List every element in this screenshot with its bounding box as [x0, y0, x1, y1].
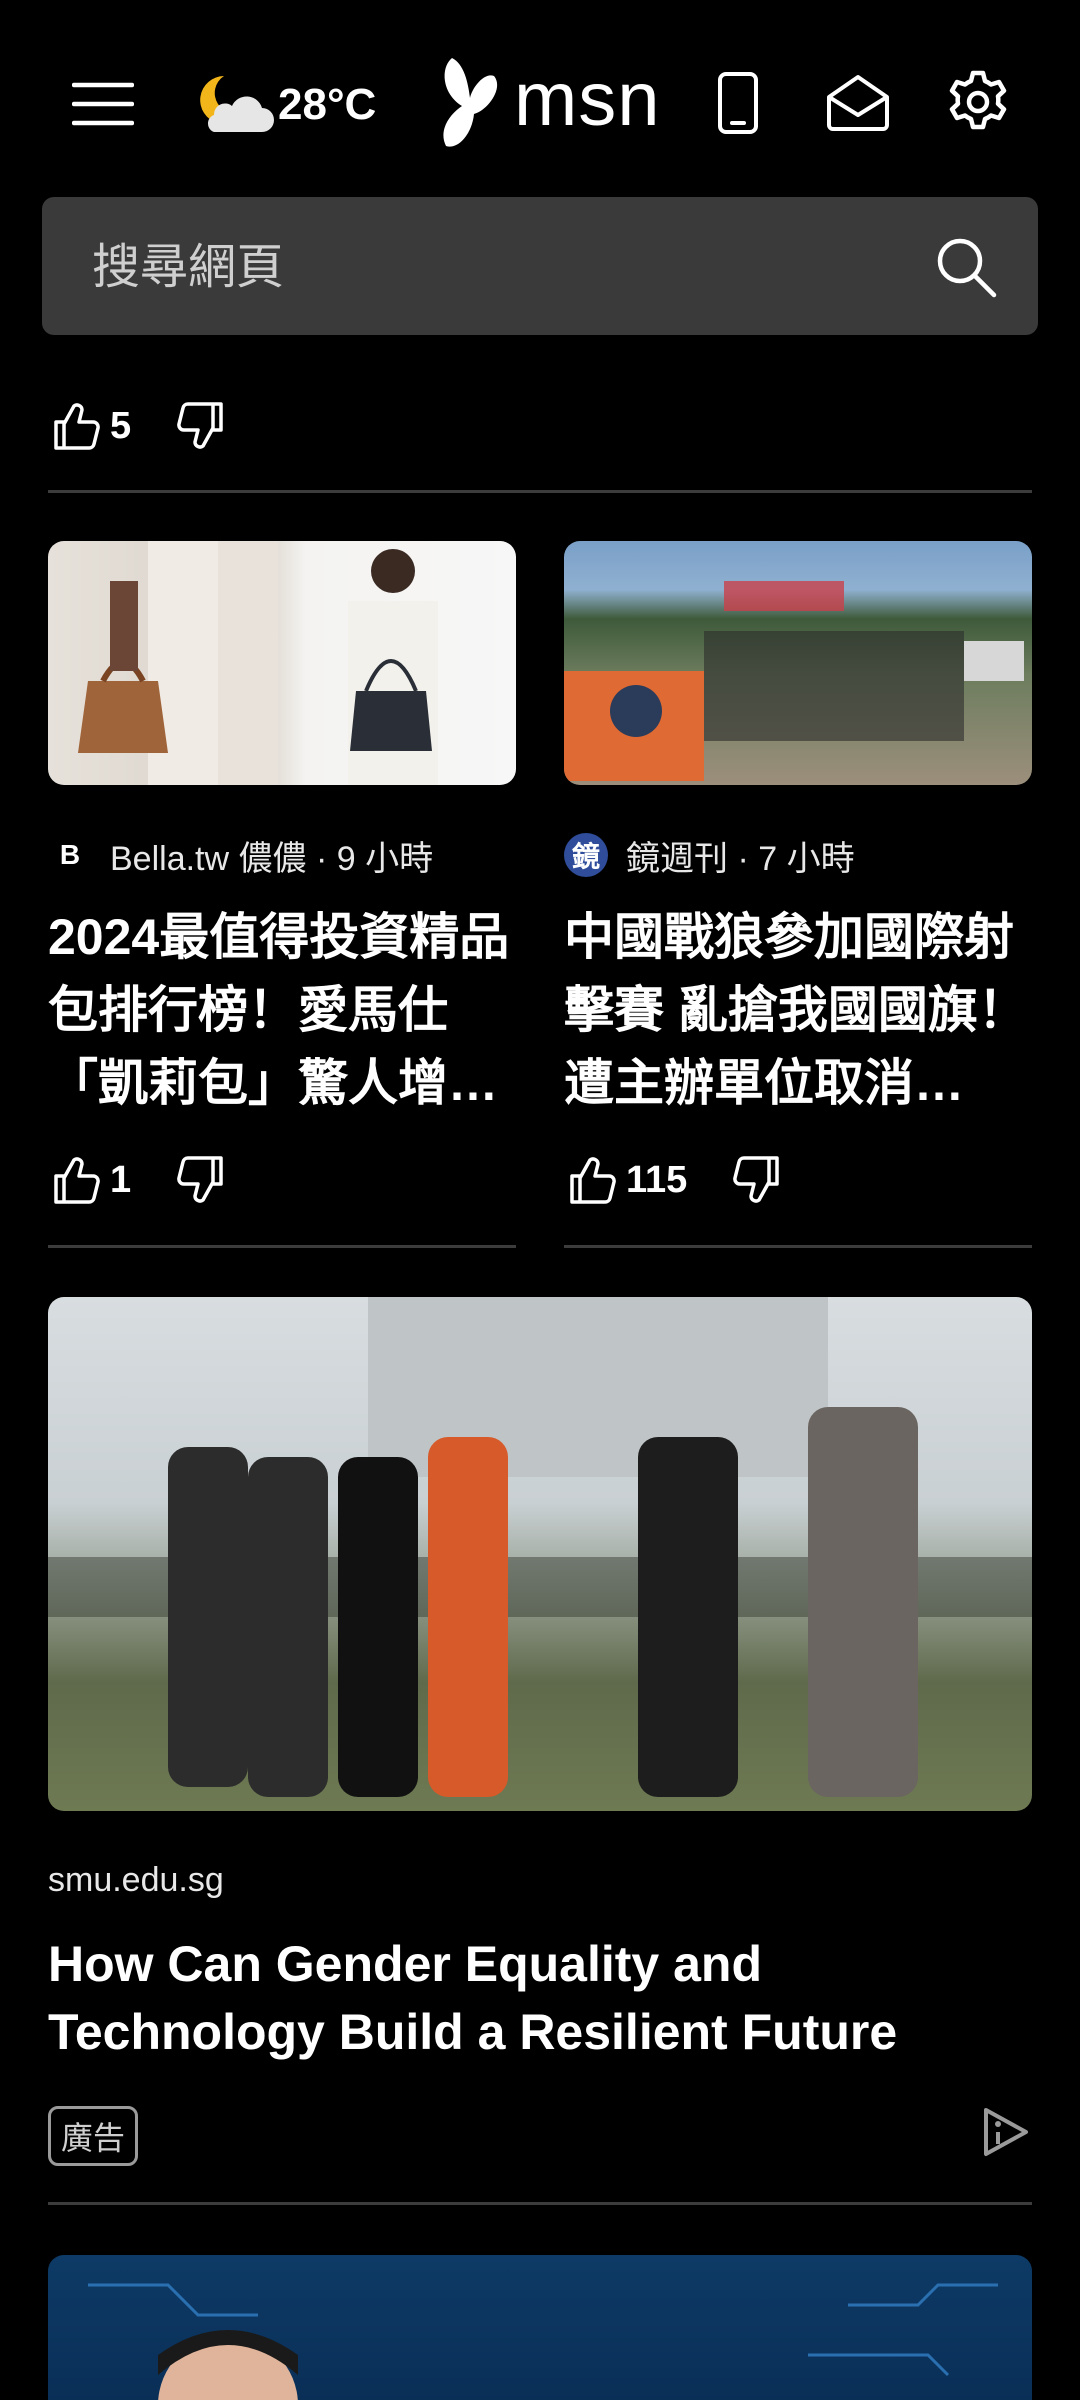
- like-count: 5: [110, 404, 132, 447]
- weather-widget[interactable]: 28°C: [192, 68, 392, 142]
- thumbs-down-icon[interactable]: [177, 1154, 225, 1206]
- phone-icon[interactable]: [708, 68, 768, 138]
- moon-cloud-icon: [192, 70, 278, 140]
- ad-title[interactable]: How Can Gender Equality and Technology B…: [48, 1930, 1032, 2066]
- news-card[interactable]: 鏡 鏡週刊 · 7 小時 中國戰狼參加國際射擊賽 亂搶我國國旗！遭主辦單位取消……: [564, 541, 1032, 1248]
- top-reactions: 5: [52, 396, 225, 456]
- divider: [564, 1245, 1032, 1248]
- mail-icon[interactable]: [820, 68, 896, 138]
- article-title[interactable]: 中國戰狼參加國際射擊賽 亂搶我國國旗！遭主辦單位取消…: [564, 901, 1032, 1120]
- gear-icon[interactable]: [940, 64, 1016, 140]
- sponsored-card[interactable]: smu.edu.sg How Can Gender Equality and T…: [48, 1297, 1032, 2166]
- article-source[interactable]: B Bella.tw 儂儂 · 9 小時: [48, 831, 516, 879]
- article-source[interactable]: 鏡 鏡週刊 · 7 小時: [564, 831, 1032, 879]
- msn-butterfly-icon: [432, 54, 504, 150]
- ad-choices-icon[interactable]: [980, 2106, 1032, 2158]
- divider: [48, 490, 1032, 493]
- thumbs-up-icon[interactable]: [568, 1154, 616, 1206]
- search-bar: [42, 197, 1038, 337]
- ad-label-badge: 廣告: [48, 2106, 139, 2166]
- thumbs-up-icon[interactable]: [52, 400, 100, 452]
- divider: [48, 1245, 516, 1248]
- thumbs-up-icon[interactable]: [52, 1154, 100, 1206]
- source-logo: 鏡: [564, 833, 608, 877]
- article-title[interactable]: 2024最值得投資精品包排行榜！愛馬仕「凱莉包」驚人增值率…: [48, 901, 516, 1120]
- ad-source[interactable]: smu.edu.sg: [48, 1861, 1032, 1900]
- msn-logo[interactable]: msn: [432, 52, 660, 152]
- thumbs-down-icon[interactable]: [733, 1154, 781, 1206]
- like-count: 115: [626, 1158, 688, 1201]
- card-reactions: 1: [48, 1150, 516, 1210]
- thumbs-down-icon[interactable]: [177, 400, 225, 452]
- source-logo: B: [48, 833, 92, 877]
- card-reactions: 115: [564, 1150, 1032, 1210]
- article-thumbnail[interactable]: [48, 541, 516, 785]
- msn-wordmark: msn: [514, 56, 661, 142]
- article-thumbnail[interactable]: [564, 541, 1032, 785]
- top-bar: 28°C msn: [0, 0, 1080, 190]
- weather-temperature: 28°C: [278, 80, 377, 129]
- search-input[interactable]: [90, 197, 894, 337]
- divider: [48, 2202, 1032, 2205]
- article-thumbnail[interactable]: [48, 2255, 1032, 2400]
- source-label: Bella.tw 儂儂 · 9 小時: [110, 839, 434, 878]
- ad-footer: 廣告: [48, 2106, 1032, 2166]
- ad-image[interactable]: [48, 1297, 1032, 1811]
- source-label: 鏡週刊 · 7 小時: [626, 839, 855, 878]
- news-card[interactable]: B Bella.tw 儂儂 · 9 小時 2024最值得投資精品包排行榜！愛馬仕…: [48, 541, 516, 1248]
- like-count: 1: [110, 1158, 132, 1201]
- hamburger-menu-icon[interactable]: [60, 70, 146, 138]
- search-icon[interactable]: [928, 229, 1004, 305]
